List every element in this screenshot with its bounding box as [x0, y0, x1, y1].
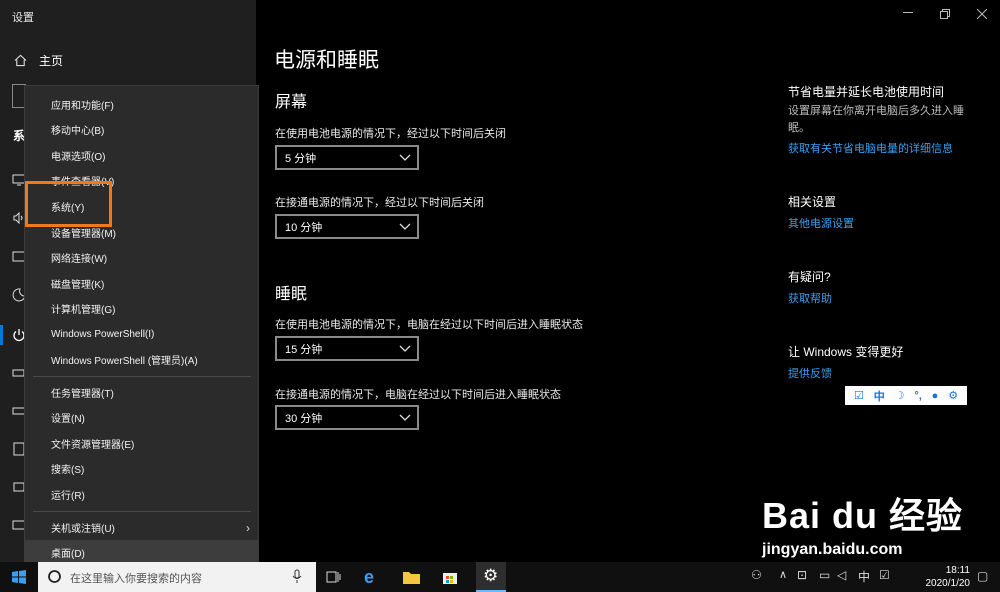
network-tray-icon[interactable]: ⊡ [797, 568, 807, 582]
menu-item-power-options[interactable]: 电源选项(O) [25, 143, 258, 168]
chevron-right-icon: › [246, 520, 250, 535]
sleep-plugged-dropdown[interactable]: 30 分钟 [275, 405, 419, 430]
nav-home-label: 主页 [39, 54, 64, 68]
app-title: 设置 [12, 12, 34, 24]
menu-item-file-explorer[interactable]: 文件资源管理器(E) [25, 431, 258, 456]
chevron-up-icon[interactable]: ∧ [779, 568, 787, 581]
menu-item-search[interactable]: 搜索(S) [25, 456, 258, 481]
screen-battery-value: 5 分钟 [285, 152, 317, 165]
menu-separator [33, 376, 251, 377]
question-title: 有疑问? [788, 270, 831, 284]
microphone-icon[interactable] [292, 569, 302, 584]
sleep-plugged-value: 30 分钟 [285, 412, 323, 425]
people-icon[interactable]: ⚇ [751, 568, 762, 582]
menu-item-mobility-center[interactable]: 移动中心(B) [25, 117, 258, 142]
edge-icon[interactable]: e [364, 567, 374, 588]
cortana-icon [48, 570, 61, 583]
search-placeholder: 在这里输入你要搜索的内容 [70, 573, 202, 585]
page-title: 电源和睡眠 [274, 49, 379, 72]
taskbar: 在这里输入你要搜索的内容 e ⚙ ⚇ ∧ ⊡ ▭ ◁ 中 ☑ 18:11 202… [0, 562, 1000, 592]
get-help-link[interactable]: 获取帮助 [788, 290, 832, 306]
annotation-highlight-box [25, 181, 112, 227]
save-power-text: 设置屏幕在你离开电脑后多久进入睡眠。 [788, 105, 964, 134]
volume-tray-icon[interactable]: ◁ [837, 568, 846, 582]
screen-plugged-dropdown[interactable]: 10 分钟 [275, 214, 419, 239]
menu-item-disk-management[interactable]: 磁盘管理(K) [25, 271, 258, 296]
feedback-link[interactable]: 提供反馈 [788, 365, 832, 381]
ime-settings-icon[interactable]: ☑ [854, 389, 864, 402]
save-power-title: 节省电量并延长电池使用时间 [788, 85, 945, 99]
menu-item-network-connections[interactable]: 网络连接(W) [25, 245, 258, 270]
screen-plugged-label: 在接通电源的情况下，经过以下时间后关闭 [275, 197, 484, 209]
clock-date: 2020/1/20 [925, 578, 971, 589]
sleep-battery-dropdown[interactable]: 15 分钟 [275, 336, 419, 361]
screen-battery-dropdown[interactable]: 5 分钟 [275, 145, 419, 170]
home-icon [14, 54, 27, 67]
ime-tray-icon[interactable]: 中 [858, 568, 870, 585]
minimize-icon[interactable] [903, 12, 913, 14]
ime-toolbar: ☑ 中 ☽ °, ● ⚙ [845, 386, 967, 405]
chevron-down-icon [399, 345, 411, 352]
watermark-url: jingyan.baidu.com [762, 541, 903, 558]
improve-windows-title: 让 Windows 变得更好 [788, 345, 904, 359]
settings-gear-icon: ⚙ [483, 566, 499, 585]
windows-start-icon[interactable] [12, 570, 26, 584]
menu-separator [33, 511, 251, 512]
nav-selection-indicator [0, 325, 3, 345]
screen-plugged-value: 10 分钟 [285, 221, 323, 234]
additional-power-settings-link[interactable]: 其他电源设置 [788, 215, 854, 231]
menu-item-powershell-admin[interactable]: Windows PowerShell (管理员)(A) [25, 347, 258, 372]
file-explorer-icon[interactable] [403, 570, 420, 584]
save-power-link[interactable]: 获取有关节省电脑电量的详细信息 [788, 140, 953, 156]
screen-section-title: 屏幕 [275, 94, 308, 111]
battery-tray-icon[interactable]: ▭ [819, 568, 830, 582]
action-center-icon[interactable]: ▢ [977, 569, 988, 583]
ime-mode[interactable]: 中 [874, 388, 885, 404]
sleep-battery-value: 15 分钟 [285, 343, 323, 356]
task-view-icon[interactable] [326, 570, 341, 584]
menu-item-apps-features[interactable]: 应用和功能(F) [25, 92, 258, 117]
watermark-brand: Bai du 经验 [762, 495, 964, 536]
punctuation-icon[interactable]: °, [914, 390, 921, 402]
menu-item-powershell[interactable]: Windows PowerShell(I) [25, 322, 258, 347]
taskbar-settings-app[interactable]: ⚙ [476, 562, 506, 592]
menu-item-task-manager[interactable]: 任务管理器(T) [25, 380, 258, 405]
chevron-down-icon [399, 223, 411, 230]
menu-item-computer-management[interactable]: 计算机管理(G) [25, 296, 258, 321]
user-icon[interactable]: ● [932, 390, 939, 402]
sleep-plugged-label: 在接通电源的情况下，电脑在经过以下时间后进入睡眠状态 [275, 389, 561, 401]
menu-item-shutdown[interactable]: 关机或注销(U) › [25, 515, 258, 540]
taskbar-clock[interactable]: 18:11 2020/1/20 [926, 564, 971, 590]
menu-item-run[interactable]: 运行(R) [25, 482, 258, 507]
moon-icon[interactable]: ☽ [895, 389, 905, 402]
menu-item-shutdown-label: 关机或注销(U) [51, 524, 115, 535]
menu-item-settings[interactable]: 设置(N) [25, 405, 258, 430]
screen-battery-label: 在使用电池电源的情况下，经过以下时间后关闭 [275, 128, 506, 140]
clock-time: 18:11 [945, 565, 970, 576]
ime-check-icon[interactable]: ☑ [879, 568, 890, 582]
related-settings-title: 相关设置 [788, 195, 837, 209]
restore-icon[interactable] [940, 9, 950, 19]
store-icon[interactable] [442, 568, 458, 585]
chevron-down-icon [399, 154, 411, 161]
nav-home[interactable]: 主页 [14, 52, 63, 69]
sleep-section-title: 睡眠 [275, 286, 308, 303]
gear-icon[interactable]: ⚙ [948, 389, 958, 402]
sleep-battery-label: 在使用电池电源的情况下，电脑在经过以下时间后进入睡眠状态 [275, 319, 583, 331]
chevron-down-icon [399, 414, 411, 421]
close-icon[interactable] [977, 9, 987, 19]
winx-context-menu: 应用和功能(F) 移动中心(B) 电源选项(O) 事件查看器(V) 系统(Y) … [24, 85, 259, 568]
taskbar-search-box[interactable]: 在这里输入你要搜索的内容 [38, 562, 316, 592]
baidu-watermark: Bai du 经验 jingyan.baidu.com [762, 487, 963, 559]
